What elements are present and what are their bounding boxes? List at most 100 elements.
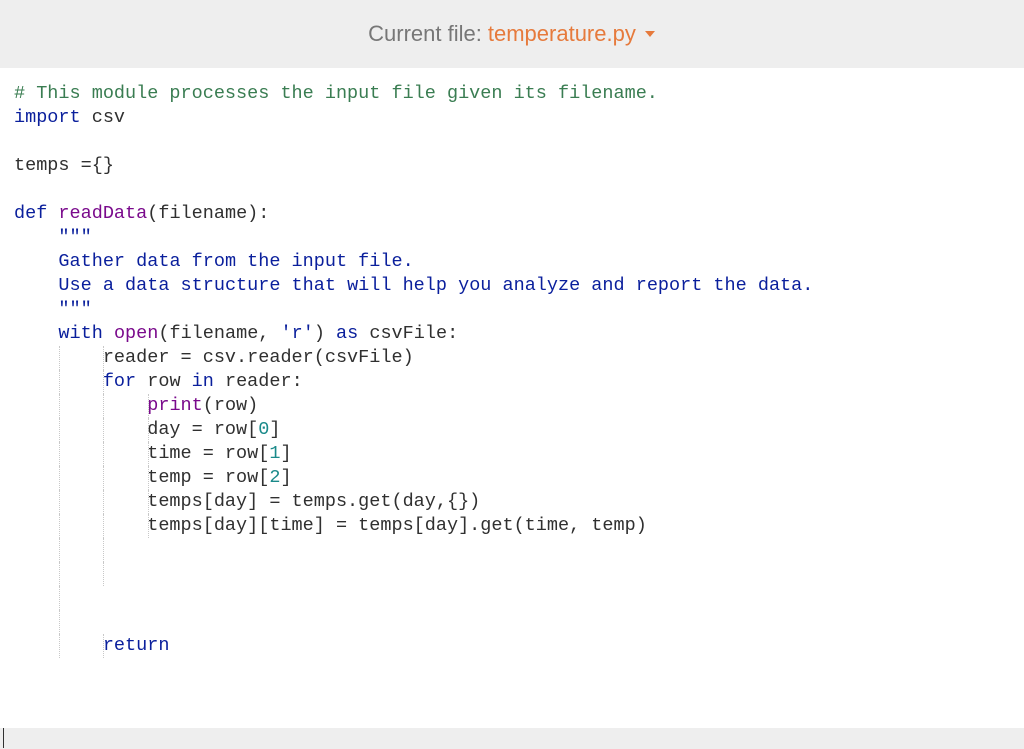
file-header: Current file: temperature.py — [0, 0, 1024, 68]
indent-guide — [59, 442, 60, 466]
code-token: reader = csv.reader(csvFile) — [14, 347, 414, 368]
code-token: csv — [81, 107, 125, 128]
indent-guide — [59, 514, 60, 538]
code-token: in — [192, 371, 214, 392]
code-line[interactable]: Use a data structure that will help you … — [14, 274, 1024, 298]
bottom-spacer — [0, 728, 1024, 737]
code-line[interactable]: for row in reader: — [14, 370, 1024, 394]
code-token — [14, 323, 58, 344]
indent-guide — [148, 490, 149, 514]
code-line[interactable] — [14, 130, 1024, 154]
indent-guide — [59, 634, 60, 658]
caret-down-icon[interactable] — [644, 28, 656, 40]
code-line[interactable]: Gather data from the input file. — [14, 250, 1024, 274]
code-token: 1 — [269, 443, 280, 464]
code-token: with — [58, 323, 102, 344]
indent-guide — [148, 466, 149, 490]
code-line[interactable]: return — [14, 634, 1024, 658]
code-token: time = row[ — [14, 443, 269, 464]
code-line[interactable] — [14, 562, 1024, 586]
indent-guide — [103, 634, 104, 658]
code-token: import — [14, 107, 81, 128]
code-line[interactable]: day = row[0] — [14, 418, 1024, 442]
indent-guide — [59, 538, 60, 562]
indent-guide — [148, 394, 149, 418]
code-token: """ — [58, 299, 91, 320]
code-token: temps[day][time] = temps[day].get(time, … — [14, 515, 647, 536]
file-name-dropdown[interactable]: temperature.py — [488, 21, 636, 47]
indent-guide — [59, 346, 60, 370]
code-line[interactable] — [14, 658, 1024, 682]
code-token: open — [114, 323, 158, 344]
text-cursor — [3, 728, 4, 748]
indent-guide — [103, 490, 104, 514]
code-line[interactable]: temps[day] = temps.get(day,{}) — [14, 490, 1024, 514]
code-token: 2 — [269, 467, 280, 488]
indent-guide — [103, 466, 104, 490]
code-token: readData — [58, 203, 147, 224]
code-line[interactable]: reader = csv.reader(csvFile) — [14, 346, 1024, 370]
code-token — [14, 275, 58, 296]
indent-guide — [59, 418, 60, 442]
code-token: print — [147, 395, 203, 416]
code-line[interactable]: # This module processes the input file g… — [14, 82, 1024, 106]
code-line[interactable]: """ — [14, 226, 1024, 250]
code-line[interactable]: print(row) — [14, 394, 1024, 418]
code-line[interactable]: """ — [14, 298, 1024, 322]
indent-guide — [148, 418, 149, 442]
indent-guide — [59, 586, 60, 610]
code-token: Gather data from the input file. — [58, 251, 413, 272]
indent-guide — [103, 442, 104, 466]
code-token: ) — [314, 323, 336, 344]
code-token — [14, 299, 58, 320]
code-line[interactable]: temps[day][time] = temps[day].get(time, … — [14, 514, 1024, 538]
indent-guide — [103, 562, 104, 586]
code-token: ] — [280, 443, 291, 464]
code-line[interactable] — [14, 538, 1024, 562]
code-token: temps[day] = temps.get(day,{}) — [14, 491, 480, 512]
indent-guide — [103, 370, 104, 394]
indent-guide — [148, 442, 149, 466]
code-line[interactable]: with open(filename, 'r') as csvFile: — [14, 322, 1024, 346]
indent-guide — [59, 610, 60, 634]
code-token: """ — [58, 227, 91, 248]
indent-guide — [59, 370, 60, 394]
code-line[interactable] — [14, 178, 1024, 202]
code-token: (row) — [203, 395, 259, 416]
indent-guide — [103, 514, 104, 538]
code-token: row — [136, 371, 192, 392]
file-label: Current file: — [368, 21, 482, 47]
code-line[interactable]: import csv — [14, 106, 1024, 130]
code-token: return — [103, 635, 170, 656]
indent-guide — [148, 514, 149, 538]
code-token: reader: — [214, 371, 303, 392]
code-line[interactable]: temp = row[2] — [14, 466, 1024, 490]
code-token: (filename): — [147, 203, 269, 224]
indent-guide — [103, 346, 104, 370]
code-token: as — [336, 323, 358, 344]
indent-guide — [103, 418, 104, 442]
code-line[interactable]: time = row[1] — [14, 442, 1024, 466]
indent-guide — [103, 394, 104, 418]
code-token: temp = row[ — [14, 467, 269, 488]
code-token: # This module processes the input file g… — [14, 83, 658, 104]
code-token — [14, 395, 147, 416]
indent-guide — [59, 394, 60, 418]
code-token: temps ={} — [14, 155, 114, 176]
code-line[interactable] — [14, 610, 1024, 634]
code-token: ] — [280, 467, 291, 488]
code-editor[interactable]: # This module processes the input file g… — [0, 68, 1024, 728]
code-token: for — [103, 371, 136, 392]
code-token: ] — [269, 419, 280, 440]
code-token: def — [14, 203, 47, 224]
indent-guide — [59, 466, 60, 490]
code-token — [14, 227, 58, 248]
code-token — [103, 323, 114, 344]
code-token: day = row[ — [14, 419, 258, 440]
code-token: 'r' — [281, 323, 314, 344]
code-token: Use a data structure that will help you … — [58, 275, 813, 296]
code-line[interactable] — [14, 586, 1024, 610]
code-token: csvFile: — [358, 323, 458, 344]
code-line[interactable]: temps ={} — [14, 154, 1024, 178]
code-line[interactable]: def readData(filename): — [14, 202, 1024, 226]
